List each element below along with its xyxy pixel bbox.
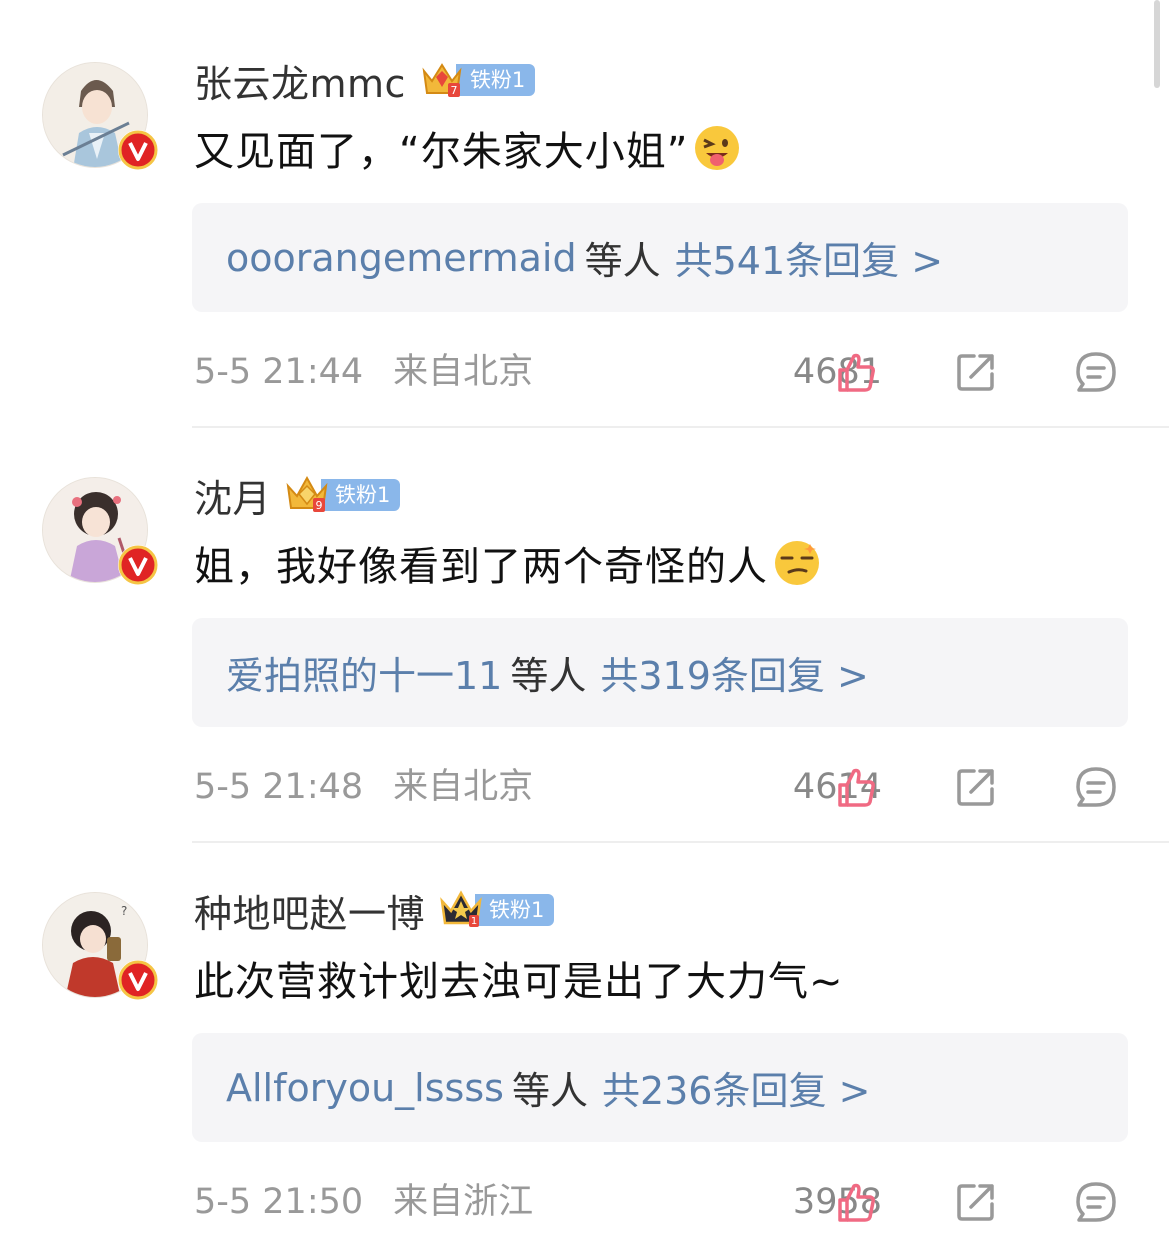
- fan-badge[interactable]: 1 铁粉1: [439, 889, 555, 931]
- comment-text: 此次营救计划去浊可是出了大力气~: [194, 948, 844, 1008]
- comment-item: 沈月 9 铁粉1 姐，我好像看到了两个奇怪的人 爱拍照的十一11 等人 共319…: [0, 415, 1169, 843]
- black-crown-icon: 1: [439, 889, 483, 931]
- reply-count-link[interactable]: 共319条回复 >: [600, 645, 868, 700]
- comment-text: 姐，我好像看到了两个奇怪的人: [194, 533, 822, 593]
- comment-location: 来自浙江: [393, 1182, 534, 1222]
- verified-badge-icon: [118, 130, 158, 170]
- reply-users-link[interactable]: Allforyou_lssss: [226, 1066, 504, 1110]
- smirk-emoji-icon: [772, 538, 822, 588]
- comment-meta: 5-5 21:44 来自北京: [194, 344, 533, 400]
- reply-count-link[interactable]: 共236条回复 >: [602, 1060, 870, 1115]
- reply-mid-text: 等人: [584, 239, 661, 283]
- share-icon[interactable]: [954, 350, 998, 394]
- comment-time: 5-5 21:50: [194, 1182, 364, 1222]
- reply-users-link[interactable]: 爱拍照的十一11: [226, 645, 502, 700]
- username[interactable]: 张云龙mmc: [194, 53, 406, 108]
- comment-location: 来自北京: [393, 767, 534, 807]
- svg-text:9: 9: [316, 499, 323, 512]
- comment-item: ? 种地吧赵一博 1 铁粉1 此次营救计划去浊可是出了大力气~ Allforyo…: [0, 830, 1169, 1245]
- gold-crown-icon: 9: [285, 474, 329, 516]
- comment-footer: 5-5 21:44 来自北京 4681: [194, 344, 1134, 400]
- comment-text: 又见面了，“尔朱家大小姐”: [194, 118, 742, 178]
- verified-badge-icon: [118, 960, 158, 1000]
- thumbs-up-icon[interactable]: [834, 765, 878, 809]
- reply-summary[interactable]: 爱拍照的十一11 等人 共319条回复 >: [192, 618, 1128, 727]
- comment-text-content: 又见面了，“尔朱家大小姐”: [194, 129, 689, 175]
- comment-time: 5-5 21:44: [194, 352, 364, 392]
- reply-mid-text: 等人: [510, 654, 587, 698]
- comment-item: 张云龙mmc 7 铁粉1 又见面了，“尔朱家大小姐” ooorangemerma…: [0, 0, 1169, 428]
- comment-meta: 5-5 21:48 来自北京: [194, 759, 533, 815]
- svg-text:?: ?: [121, 904, 127, 918]
- comment-time: 5-5 21:48: [194, 767, 364, 807]
- comment-meta: 5-5 21:50 来自浙江: [194, 1174, 533, 1230]
- gold-crown-icon: 7: [420, 59, 464, 101]
- comment-bubble-icon[interactable]: [1074, 1180, 1118, 1224]
- fan-badge[interactable]: 7 铁粉1: [420, 59, 536, 101]
- thumbs-up-icon[interactable]: [834, 350, 878, 394]
- fan-badge-label: 铁粉1: [455, 64, 536, 96]
- comment-bubble-icon[interactable]: [1074, 350, 1118, 394]
- comment-location: 来自北京: [393, 352, 534, 392]
- reply-users-link[interactable]: ooorangemermaid: [226, 236, 577, 280]
- reply-summary[interactable]: Allforyou_lssss 等人 共236条回复 >: [192, 1033, 1128, 1142]
- username[interactable]: 种地吧赵一博: [194, 883, 425, 938]
- comment-footer: 5-5 21:50 来自浙江 3958: [194, 1174, 1134, 1230]
- share-icon[interactable]: [954, 1180, 998, 1224]
- username[interactable]: 沈月: [194, 468, 271, 523]
- comment-text-content: 姐，我好像看到了两个奇怪的人: [194, 544, 768, 590]
- tongue-wink-emoji-icon: [692, 123, 742, 173]
- comment-text-content: 此次营救计划去浊可是出了大力气~: [194, 959, 844, 1005]
- share-icon[interactable]: [954, 765, 998, 809]
- fan-badge[interactable]: 9 铁粉1: [285, 474, 401, 516]
- thumbs-up-icon[interactable]: [834, 1180, 878, 1224]
- fan-badge-label: 铁粉1: [321, 479, 401, 511]
- reply-count-link[interactable]: 共541条回复 >: [675, 230, 943, 285]
- verified-badge-icon: [118, 545, 158, 585]
- reply-summary[interactable]: ooorangemermaid 等人 共541条回复 >: [192, 203, 1128, 312]
- comment-footer: 5-5 21:48 来自北京 4614: [194, 759, 1134, 815]
- svg-text:7: 7: [450, 84, 457, 97]
- fan-badge-label: 铁粉1: [475, 894, 555, 926]
- svg-text:1: 1: [471, 916, 477, 927]
- comment-bubble-icon[interactable]: [1074, 765, 1118, 809]
- reply-mid-text: 等人: [511, 1069, 588, 1113]
